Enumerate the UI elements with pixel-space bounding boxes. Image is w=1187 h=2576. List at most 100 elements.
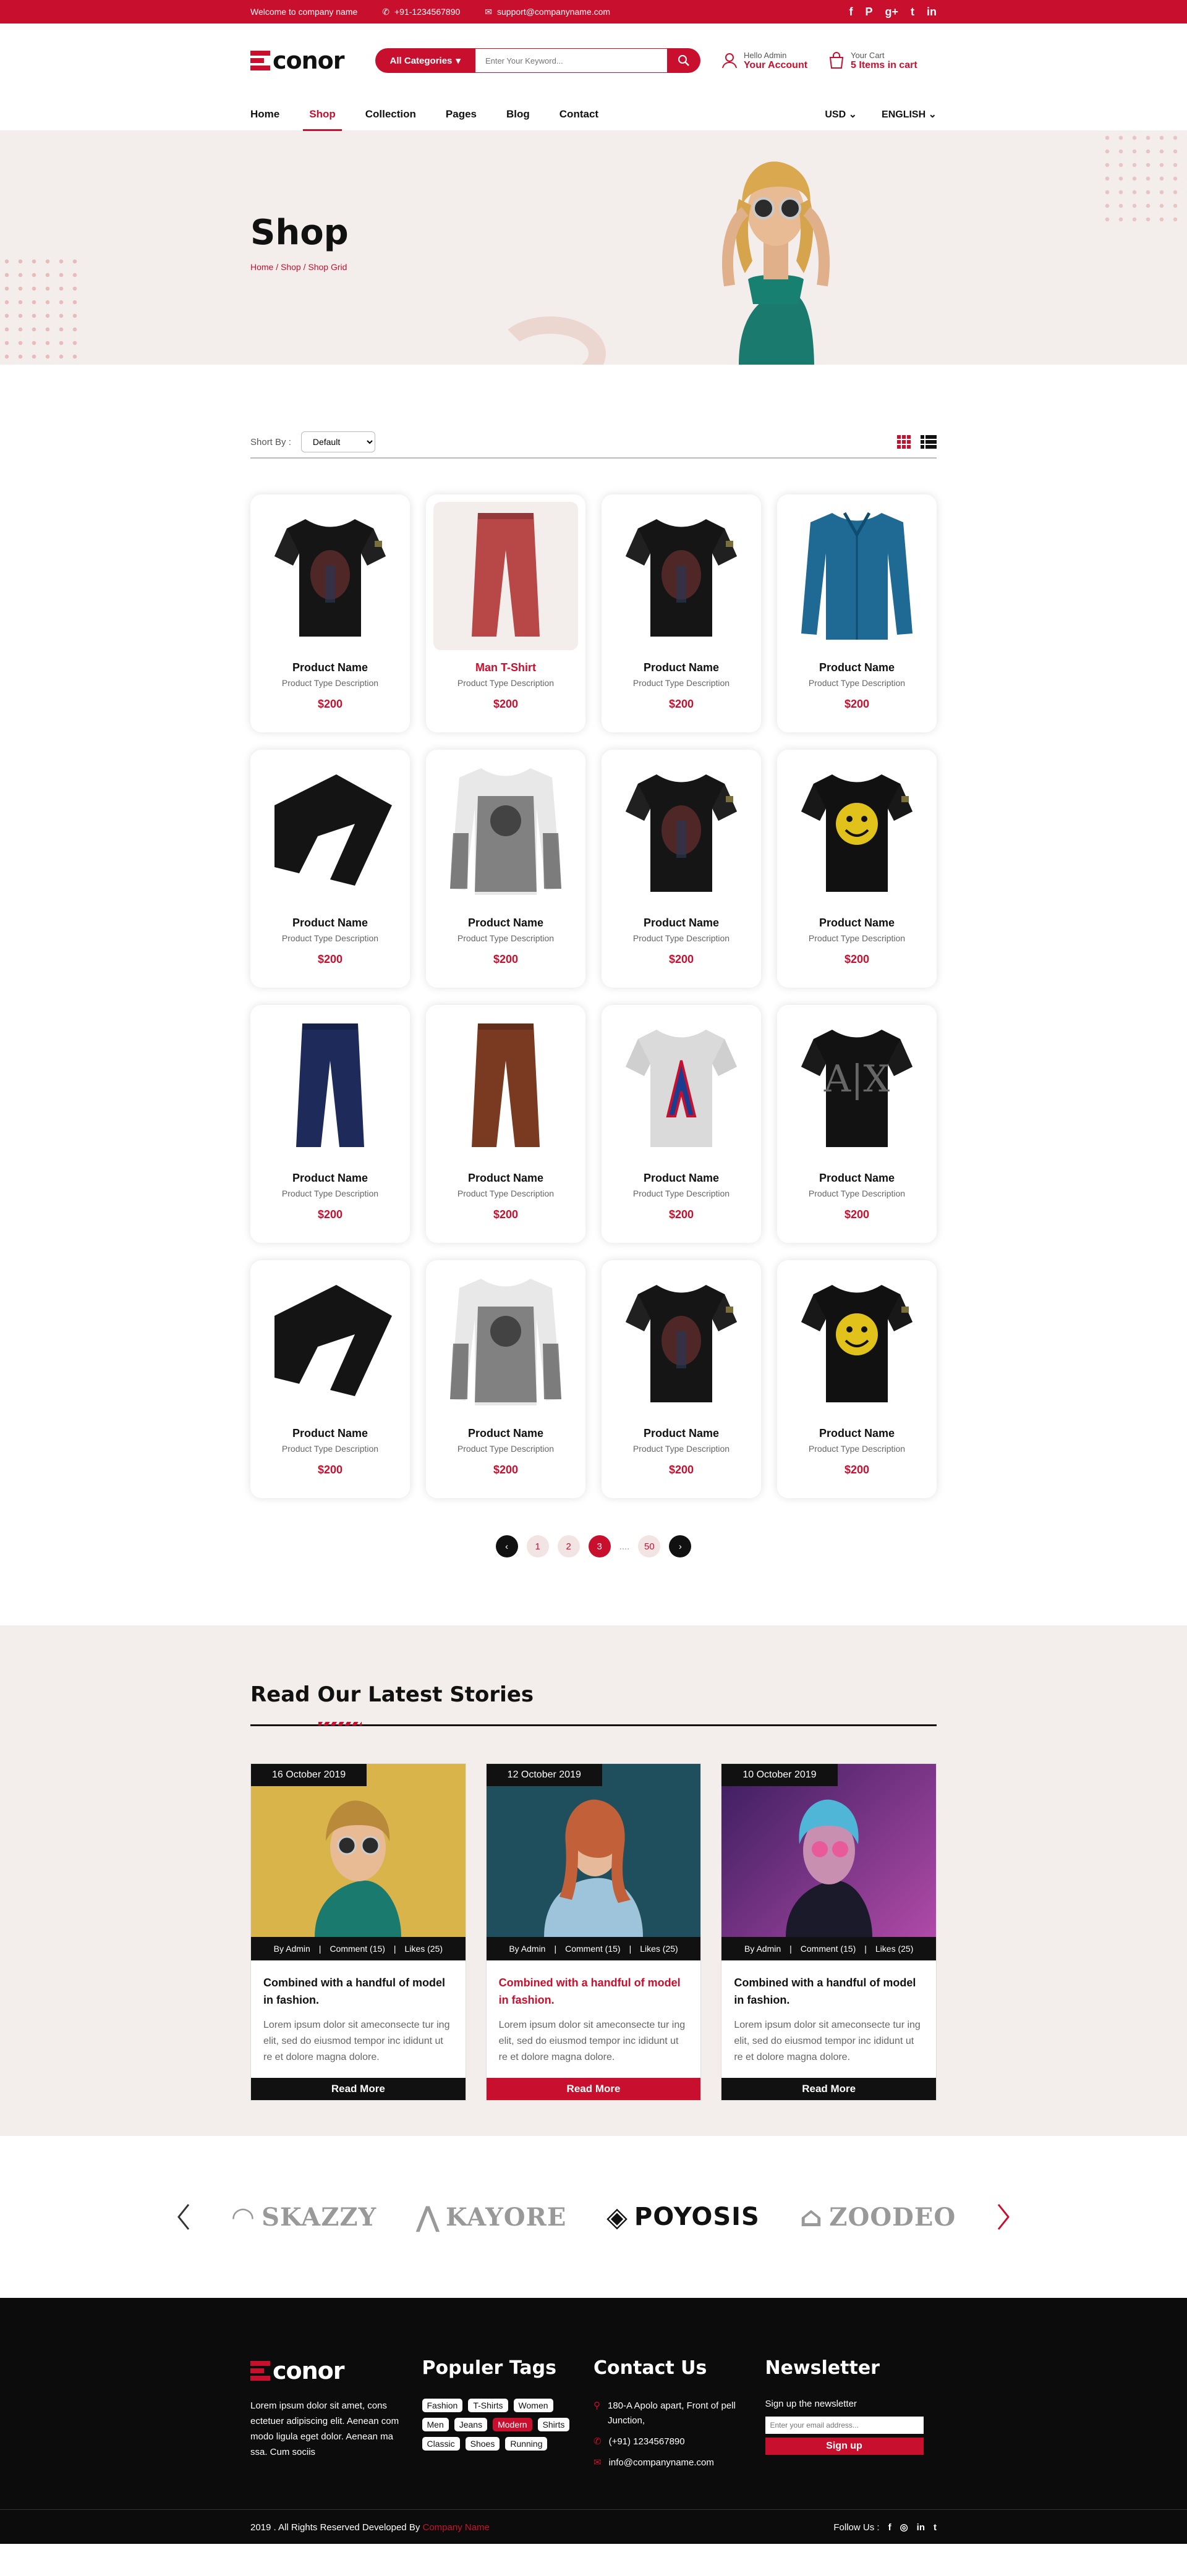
list-view-icon[interactable] (921, 435, 937, 449)
product-name[interactable]: Product Name (785, 1427, 929, 1440)
nav-home[interactable]: Home (250, 98, 279, 131)
tag-chip[interactable]: T-Shirts (468, 2399, 508, 2412)
product-card[interactable]: Product Name Product Type Description $2… (426, 1005, 585, 1243)
story-author[interactable]: By Admin (509, 1944, 545, 1954)
product-card[interactable]: A|X Product Name Product Type Descriptio… (777, 1005, 937, 1243)
tag-chip[interactable]: Modern (493, 2418, 532, 2431)
product-image[interactable] (609, 502, 754, 650)
product-name[interactable]: Product Name (785, 661, 929, 674)
product-image[interactable] (258, 502, 402, 650)
linkedin-icon[interactable]: in (917, 2522, 925, 2533)
topbar-phone[interactable]: ✆ +91-1234567890 (382, 7, 460, 17)
footer-logo[interactable]: conor (250, 2357, 422, 2384)
grid-view-icon[interactable] (897, 435, 911, 449)
product-image[interactable]: A|X (785, 1012, 929, 1161)
product-image[interactable] (609, 1012, 754, 1161)
google-plus-icon[interactable]: g+ (885, 6, 898, 19)
product-card[interactable]: Product Name Product Type Description $2… (426, 750, 585, 988)
prev-page-button[interactable]: ‹ (495, 1535, 518, 1557)
logo[interactable]: conor (250, 47, 345, 74)
product-name[interactable]: Product Name (609, 917, 754, 930)
product-image[interactable] (609, 757, 754, 905)
pinterest-icon[interactable]: P (865, 6, 872, 19)
story-image[interactable]: 12 October 2019 (486, 1764, 701, 1937)
search-input[interactable] (475, 48, 667, 73)
twitter-icon[interactable]: t (934, 2522, 937, 2533)
contact-phone[interactable]: ✆ (+91) 1234567890 (594, 2434, 742, 2449)
product-image[interactable] (433, 757, 578, 905)
page-3-button[interactable]: 3 (588, 1535, 611, 1557)
tag-chip[interactable]: Fashion (422, 2399, 463, 2412)
product-image[interactable] (433, 502, 578, 650)
language-select[interactable]: ENGLISH ⌄ (882, 108, 937, 121)
chevron-left-icon[interactable] (176, 2203, 191, 2231)
linkedin-icon[interactable]: in (927, 6, 937, 19)
product-card[interactable]: Product Name Product Type Description $2… (250, 750, 410, 988)
tag-chip[interactable]: Running (505, 2437, 548, 2451)
product-name[interactable]: Product Name (258, 661, 402, 674)
product-card[interactable]: Product Name Product Type Description $2… (602, 494, 761, 732)
brand-logo-skazzy[interactable]: ◠ SKAZZY (231, 2201, 377, 2233)
tag-chip[interactable]: Shirts (537, 2418, 570, 2431)
newsletter-email-input[interactable] (765, 2417, 924, 2434)
product-name[interactable]: Man T-Shirt (433, 661, 578, 674)
brand-logo-poyosis[interactable]: ◈ POYOSIS (606, 2201, 760, 2233)
page-last-button[interactable]: 50 (638, 1535, 661, 1557)
cart-link[interactable]: Your Cart 5 Items in cart (828, 51, 917, 71)
chevron-right-icon[interactable] (996, 2203, 1011, 2231)
story-comments[interactable]: Comment (15) (801, 1944, 856, 1954)
sort-select[interactable]: Default (300, 431, 375, 452)
developer-link[interactable]: Company Name (423, 2522, 490, 2533)
brand-logo-kayore[interactable]: ⋀ KAYORE (417, 2201, 566, 2233)
search-button[interactable] (666, 48, 700, 73)
story-likes[interactable]: Likes (25) (405, 1944, 443, 1954)
product-name[interactable]: Product Name (258, 917, 402, 930)
product-card[interactable]: Product Name Product Type Description $2… (250, 494, 410, 732)
story-image[interactable]: 16 October 2019 (251, 1764, 466, 1937)
product-image[interactable] (258, 1268, 402, 1416)
product-name[interactable]: Product Name (609, 1427, 754, 1440)
nav-blog[interactable]: Blog (506, 98, 530, 131)
story-comments[interactable]: Comment (15) (565, 1944, 620, 1954)
story-author[interactable]: By Admin (744, 1944, 781, 1954)
product-name[interactable]: Product Name (258, 1427, 402, 1440)
story-likes[interactable]: Likes (25) (875, 1944, 913, 1954)
product-name[interactable]: Product Name (433, 1172, 578, 1185)
story-title[interactable]: Combined with a handful of model in fash… (734, 1974, 924, 2009)
brand-logo-zoodeo[interactable]: ⌂ ZOODEO (800, 2201, 956, 2233)
nav-collection[interactable]: Collection (365, 98, 416, 131)
product-name[interactable]: Product Name (785, 917, 929, 930)
nav-contact[interactable]: Contact (559, 98, 598, 131)
story-comments[interactable]: Comment (15) (330, 1944, 385, 1954)
story-title[interactable]: Combined with a handful of model in fash… (499, 1974, 689, 2009)
product-image[interactable] (785, 502, 929, 650)
nav-shop[interactable]: Shop (303, 98, 342, 131)
product-name[interactable]: Product Name (785, 1172, 929, 1185)
next-page-button[interactable]: › (669, 1535, 692, 1557)
category-dropdown[interactable]: All Categories ▾ (375, 48, 475, 73)
product-name[interactable]: Product Name (609, 661, 754, 674)
product-image[interactable] (609, 1268, 754, 1416)
product-card[interactable]: Product Name Product Type Description $2… (777, 1260, 937, 1498)
story-author[interactable]: By Admin (274, 1944, 310, 1954)
read-more-button[interactable]: Read More (721, 2078, 937, 2100)
read-more-button[interactable]: Read More (486, 2078, 701, 2100)
product-name[interactable]: Product Name (433, 917, 578, 930)
product-card[interactable]: Product Name Product Type Description $2… (250, 1005, 410, 1243)
breadcrumb[interactable]: Home / Shop / Shop Grid (250, 262, 347, 272)
instagram-icon[interactable]: ◎ (900, 2522, 908, 2533)
account-link[interactable]: Hello Admin Your Account (721, 51, 807, 71)
twitter-icon[interactable]: t (911, 6, 914, 19)
tag-chip[interactable]: Men (422, 2418, 449, 2431)
product-card[interactable]: Product Name Product Type Description $2… (426, 1260, 585, 1498)
product-card[interactable]: Product Name Product Type Description $2… (777, 750, 937, 988)
page-2-button[interactable]: 2 (557, 1535, 580, 1557)
topbar-email[interactable]: ✉ support@companyname.com (485, 7, 610, 17)
product-image[interactable] (258, 757, 402, 905)
product-card[interactable]: Man T-Shirt Product Type Description $20… (426, 494, 585, 732)
product-card[interactable]: Product Name Product Type Description $2… (250, 1260, 410, 1498)
story-likes[interactable]: Likes (25) (640, 1944, 678, 1954)
tag-chip[interactable]: Classic (422, 2437, 460, 2451)
facebook-icon[interactable]: f (849, 6, 853, 19)
product-image[interactable] (785, 1268, 929, 1416)
